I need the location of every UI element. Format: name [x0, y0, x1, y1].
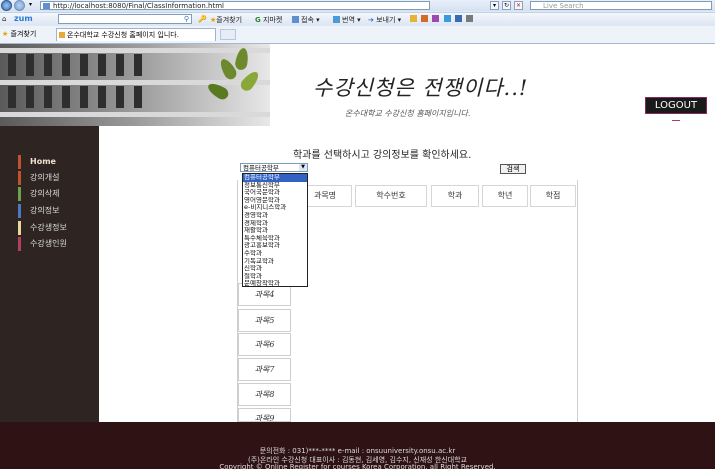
browser-chrome: ▾ http://localhost:8080/Final/ClassInfor… [0, 0, 715, 44]
dropdown-option[interactable]: 정보통신학부 [243, 182, 307, 190]
page-icon [43, 3, 50, 9]
dropdown-option[interactable]: 광고홍보학과 [243, 242, 307, 250]
subject-row[interactable]: 과목6 [238, 333, 291, 356]
star-icon: ★ [2, 30, 9, 38]
logout-underline [672, 120, 680, 121]
search-button[interactable]: 검색 [500, 164, 526, 174]
dropdown-option[interactable]: 경제학과 [243, 220, 307, 228]
t-icon[interactable] [443, 15, 451, 22]
footer: 문의전화 : 031)***-**** e-mail : onsuunivers… [0, 422, 715, 471]
sidebar-item-course-info[interactable]: 강의정보 [18, 204, 59, 218]
subject-row[interactable]: 과목8 [238, 383, 291, 406]
sidebar-bullet [18, 204, 21, 218]
dropdown-option[interactable]: 철학과 [243, 273, 307, 281]
sidebar-item-home[interactable]: Home [18, 155, 56, 169]
pen-icon[interactable] [421, 15, 429, 22]
favorites-row: ★ 즐겨찾기 온수대학교 수강신청 홈페이지 입니다. [0, 26, 715, 43]
g-icon: G [255, 16, 261, 24]
subject-row[interactable]: 과목9 [238, 408, 291, 422]
connect-icon [292, 16, 299, 23]
stop-icon[interactable]: ✕ [514, 1, 523, 10]
dropdown-option[interactable]: 영어영문학과 [243, 197, 307, 205]
tab-favicon [59, 32, 65, 38]
tab-title: 온수대학교 수강신청 홈페이지 입니다. [67, 31, 179, 39]
refresh-icon[interactable]: ↻ [502, 1, 511, 10]
toolbar-send[interactable]: ➔ 보내기 ▾ [368, 15, 401, 25]
building-image [0, 44, 270, 126]
dropdown-option[interactable]: 재활학과 [243, 227, 307, 235]
zum-logo[interactable]: zum [14, 14, 33, 23]
sidebar-item-student-count[interactable]: 수강생인원 [18, 237, 67, 251]
subject-row[interactable]: 과목5 [238, 309, 291, 332]
column-header: 학년 [482, 185, 528, 207]
live-search-input[interactable]: Live Search [530, 1, 712, 10]
toolbar-connect[interactable]: 접속 ▾ [292, 15, 320, 25]
sidebar-bullet [18, 187, 21, 201]
department-select-value: 컴퓨터공학부 [243, 164, 279, 172]
sidebar-item-course-open[interactable]: 강의개설 [18, 171, 59, 185]
address-bar[interactable]: http://localhost:8080/Final/ClassInforma… [40, 1, 430, 10]
column-header: 학수번호 [355, 185, 427, 207]
toolbar-translate[interactable]: 번역 ▾ [333, 15, 361, 25]
logout-button[interactable]: LOGOUT [645, 97, 707, 114]
dropdown-option[interactable]: 특수체육학과 [243, 235, 307, 243]
search-icon[interactable]: ⚲ [184, 15, 189, 23]
f-icon[interactable] [454, 15, 462, 22]
dropdown-option[interactable]: 컴퓨터공학부 [243, 174, 307, 182]
sidebar-item-student-info[interactable]: 수강생정보 [18, 221, 67, 235]
toolbar-extra-icons[interactable] [410, 15, 475, 23]
sidebar-bullet [18, 171, 21, 185]
sidebar: Home 강의개설 강의삭제 강의정보 수강생정보 수강생인원 [0, 126, 99, 422]
address-dropdown-icon[interactable]: ▾ [490, 1, 499, 10]
page-subtitle: 온수대학교 수강신청 홈페이지입니다. [345, 109, 471, 118]
toolbar-favorites[interactable]: ★즐겨찾기 [210, 15, 242, 25]
toolbar-key-icon[interactable]: 🔑 [198, 15, 207, 23]
favorites-link[interactable]: ★ 즐겨찾기 [2, 29, 36, 39]
forward-icon[interactable] [14, 0, 25, 11]
column-header: 학과 [431, 185, 479, 207]
browser-tab[interactable]: 온수대학교 수강신청 홈페이지 입니다. [56, 28, 216, 41]
subject-row[interactable]: 과목7 [238, 358, 291, 381]
address-url: http://localhost:8080/Final/ClassInforma… [53, 2, 224, 10]
new-tab-button[interactable] [220, 29, 236, 40]
book-icon[interactable] [432, 15, 440, 22]
dropdown-option[interactable]: e-비지니스학과 [243, 204, 307, 212]
department-dropdown-list: 컴퓨터공학부 정보통신학부 국어국문학과 영어영문학과 e-비지니스학과 경영학… [242, 173, 308, 287]
back-icon[interactable] [1, 0, 12, 11]
settings-icon[interactable] [466, 15, 474, 22]
sidebar-bullet [18, 155, 21, 169]
toolbar-gmarket[interactable]: G 지마켓 [255, 15, 282, 25]
send-arrow-icon: ➔ [368, 16, 374, 24]
banner: 수강신청은 전쟁이다..! 온수대학교 수강신청 홈페이지입니다. [0, 44, 715, 126]
translate-icon [333, 16, 340, 23]
footer-copyright: Copyright © Online Register for courses … [219, 463, 496, 471]
live-search-placeholder: Live Search [543, 2, 584, 10]
toolbar-search-input[interactable]: ⚲ [58, 14, 192, 24]
sidebar-bullet [18, 221, 21, 235]
chevron-down-icon[interactable]: ▼ [299, 164, 307, 171]
sidebar-item-course-delete[interactable]: 강의삭제 [18, 187, 59, 201]
instruction-heading: 학과를 선택하시고 강의정보를 확인하세요. [293, 150, 472, 161]
address-row: ▾ http://localhost:8080/Final/ClassInfor… [0, 0, 715, 11]
dropdown-option[interactable]: 경영학과 [243, 212, 307, 220]
toolbar-home-icon[interactable]: ⌂ [2, 15, 6, 23]
dropdown-option[interactable]: 기독교학과 [243, 258, 307, 266]
department-select[interactable]: 컴퓨터공학부 ▼ [240, 163, 308, 172]
history-dropdown-icon[interactable]: ▾ [29, 1, 32, 8]
sidebar-bullet [18, 237, 21, 251]
dropdown-option[interactable]: 신학과 [243, 265, 307, 273]
dropdown-option[interactable]: 수학과 [243, 250, 307, 258]
column-header: 학점 [530, 185, 576, 207]
toolbar-row: ⌂ zum ⚲ 🔑 ★즐겨찾기 G 지마켓 접속 ▾ 번역 ▾ ➔ 보내기 ▾ [0, 12, 715, 25]
page-title: 수강신청은 전쟁이다..! [313, 76, 529, 100]
dropdown-option[interactable]: 문예창작학과 [243, 280, 307, 288]
dropdown-option[interactable]: 국어국문학과 [243, 189, 307, 197]
note-icon[interactable] [410, 15, 417, 22]
